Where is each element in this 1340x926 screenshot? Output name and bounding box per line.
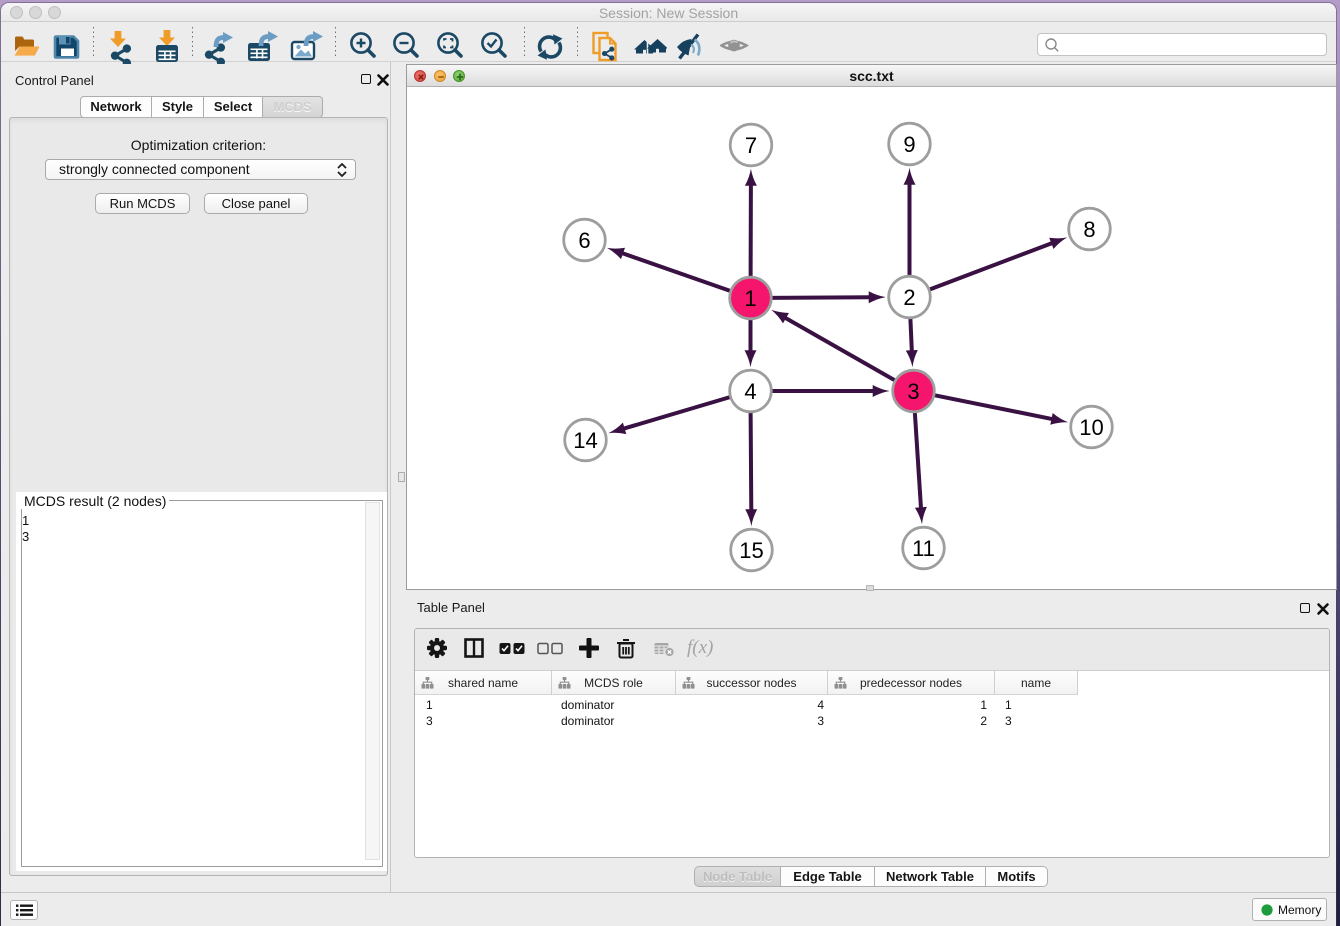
svg-text:8: 8 bbox=[1083, 217, 1095, 242]
svg-text:15: 15 bbox=[739, 538, 763, 563]
svg-text:11: 11 bbox=[912, 536, 935, 561]
svg-text:3: 3 bbox=[907, 379, 919, 404]
svg-text:2: 2 bbox=[903, 285, 915, 310]
svg-text:1: 1 bbox=[744, 286, 756, 311]
svg-text:9: 9 bbox=[903, 132, 915, 157]
svg-text:14: 14 bbox=[573, 428, 597, 453]
svg-text:10: 10 bbox=[1079, 415, 1103, 440]
svg-text:7: 7 bbox=[745, 133, 757, 158]
svg-text:4: 4 bbox=[744, 379, 756, 404]
svg-text:6: 6 bbox=[578, 228, 590, 253]
